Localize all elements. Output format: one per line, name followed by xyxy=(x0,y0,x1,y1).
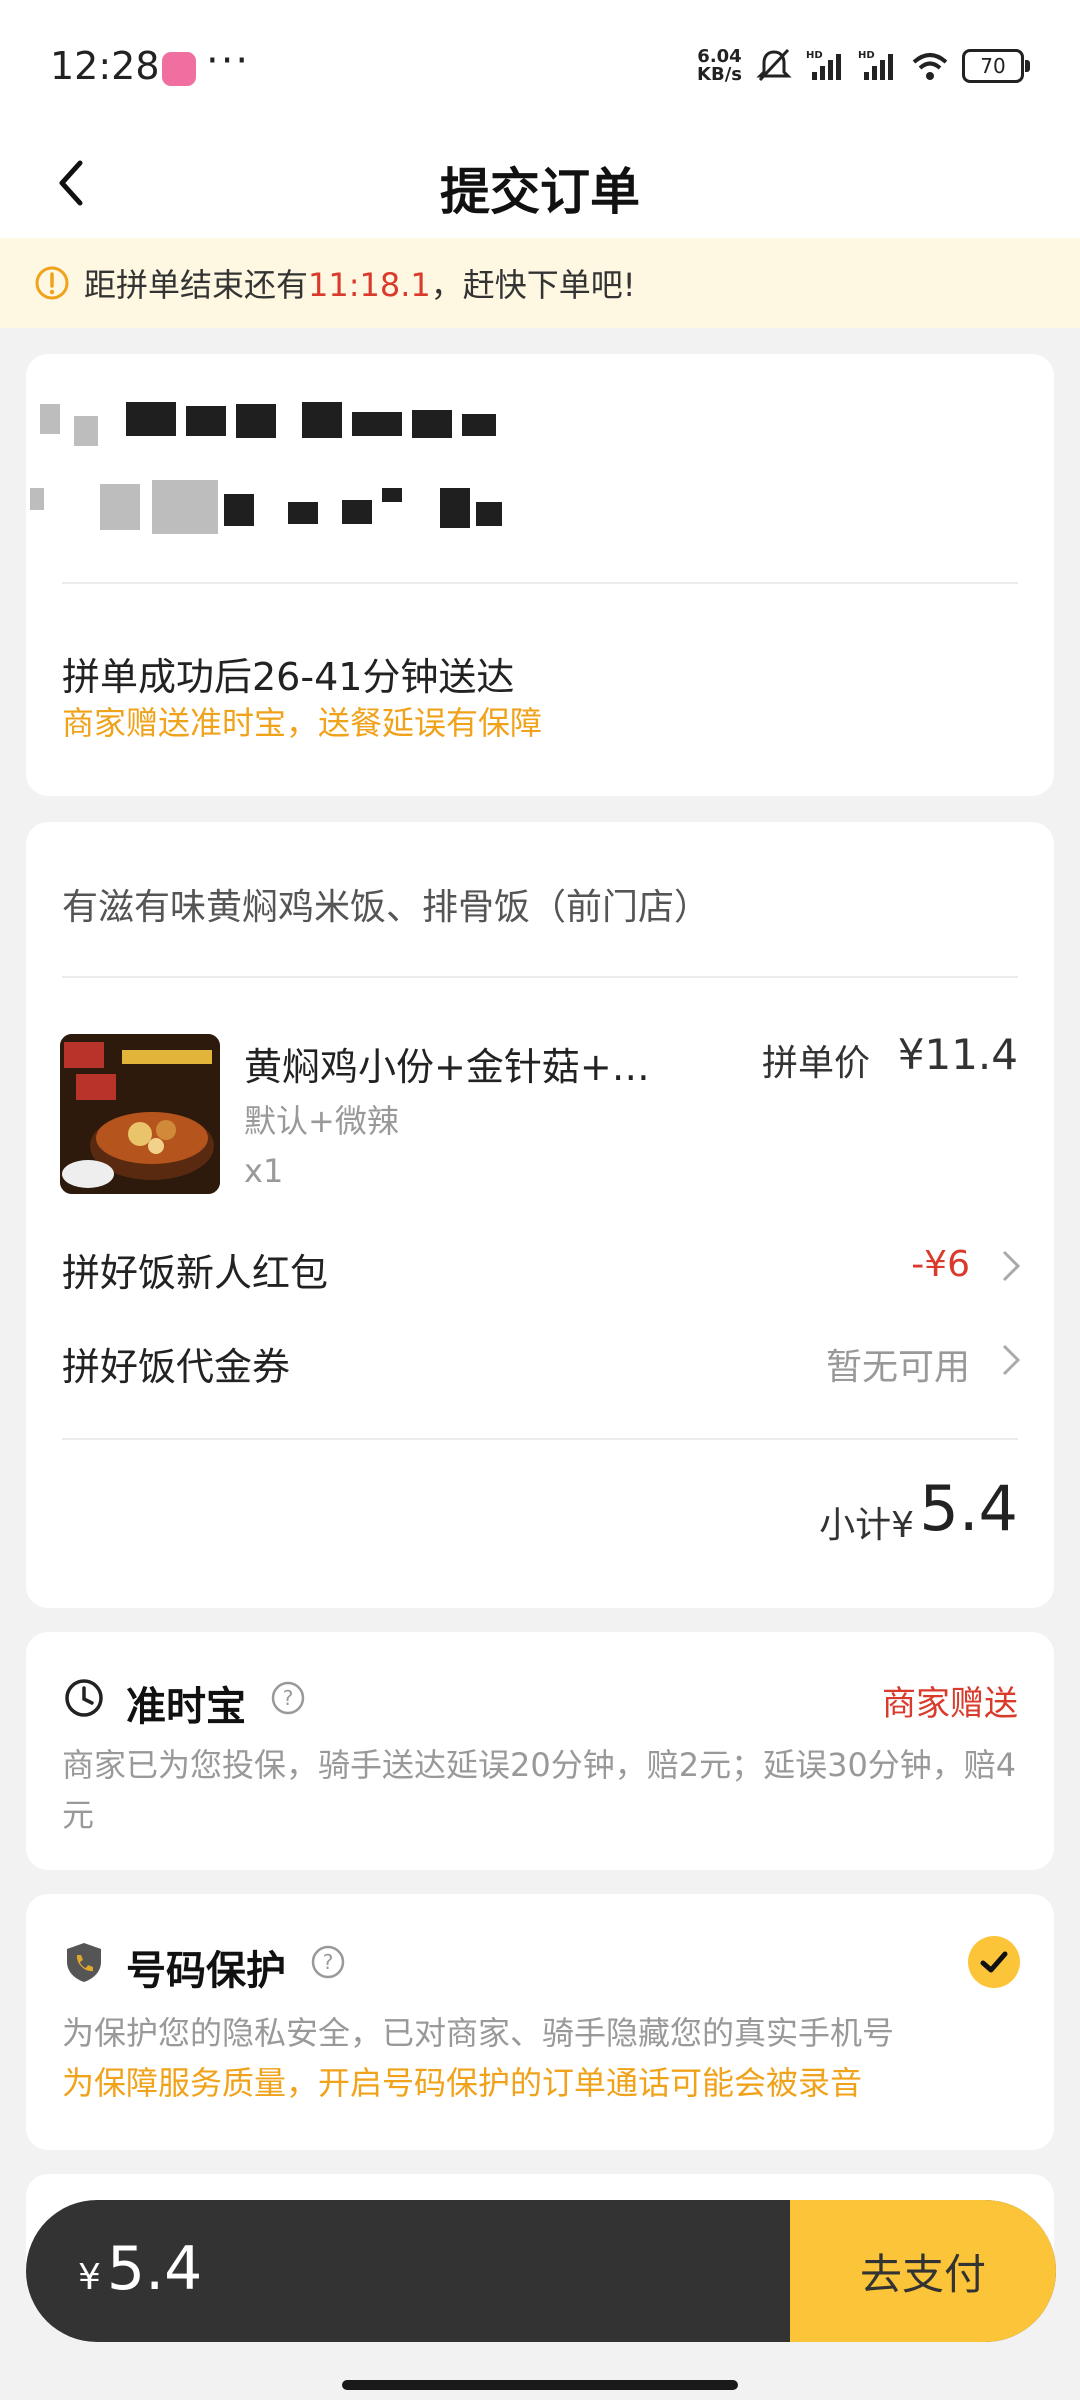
item-price: ¥11.4 xyxy=(897,1030,1018,1079)
app-notification-icon xyxy=(162,52,196,86)
pay-bar: ¥5.4 去支付 xyxy=(26,2200,1056,2342)
item-name: 黄焖鸡小份+金针菇+豆… xyxy=(244,1045,684,1089)
pay-amount: 5.4 xyxy=(106,2234,203,2304)
number-protection-note: 为保障服务质量，开启号码保护的订单通话可能会被录音 xyxy=(62,2064,863,2102)
item-image xyxy=(60,1034,220,1194)
delivery-guarantee-note: 商家赠送准时宝，送餐延误有保障 xyxy=(62,704,543,742)
svg-text:?: ? xyxy=(283,1686,294,1710)
divider xyxy=(62,582,1018,584)
on-time-card: 准时宝 ? 商家赠送 商家已为您投保，骑手送达延误20分钟，赔2元；延误30分钟… xyxy=(26,1632,1054,1870)
on-time-description: 商家已为您投保，骑手送达延误20分钟，赔2元；延误30分钟，赔4元 xyxy=(62,1746,1017,1834)
svg-text:?: ? xyxy=(323,1950,334,1974)
pay-total: ¥5.4 xyxy=(78,2234,202,2304)
status-bar: 12:28 ··· 6.04 KB/s HD HD 70 xyxy=(0,0,1080,130)
currency-symbol: ¥ xyxy=(78,2257,101,2298)
voucher-label: 拼好饭代金券 xyxy=(62,1345,291,1389)
help-icon[interactable]: ? xyxy=(270,1680,306,1716)
signal-hd-icon: HD xyxy=(806,50,841,80)
on-time-title: 准时宝 xyxy=(126,1684,246,1730)
divider xyxy=(62,1438,1018,1440)
subtotal-label: 小计¥ xyxy=(819,1505,914,1546)
countdown-timer: 11:18.1 xyxy=(308,266,431,304)
red-packet-label: 拼好饭新人红包 xyxy=(62,1251,329,1295)
notice-prefix: 距拼单结束还有 xyxy=(84,266,309,304)
nav-bar: 提交订单 xyxy=(0,130,1080,238)
clock-icon xyxy=(65,1679,103,1717)
chevron-right-icon xyxy=(1002,1344,1021,1376)
home-indicator[interactable] xyxy=(342,2380,738,2390)
svg-text:HD: HD xyxy=(806,50,823,61)
chevron-right-icon xyxy=(1002,1250,1021,1282)
page-title: 提交订单 xyxy=(440,163,640,221)
delivery-time: 拼单成功后26-41分钟送达 xyxy=(62,655,515,699)
subtotal-value: 5.4 xyxy=(919,1472,1018,1545)
check-icon xyxy=(980,1951,1008,1973)
battery-indicator: 70 xyxy=(962,49,1030,83)
countdown-notice: 距拼单结束还有11:18.1，赶快下单吧! xyxy=(0,238,1080,328)
shop-name[interactable]: 有滋有味黄焖鸡米饭、排骨饭（前门店） xyxy=(62,878,710,930)
address-card[interactable]: 拼单成功后26-41分钟送达 商家赠送准时宝，送餐延误有保障 xyxy=(26,354,1054,796)
item-spec: 默认+微辣 xyxy=(244,1102,399,1140)
pay-button[interactable]: 去支付 xyxy=(790,2200,1056,2342)
help-icon[interactable]: ? xyxy=(310,1944,346,1980)
more-notifications-icon: ··· xyxy=(206,38,251,84)
divider xyxy=(62,976,1018,978)
order-card: 有滋有味黄焖鸡米饭、排骨饭（前门店） 黄焖鸡小份+金针菇+豆… 默认+微辣 x1… xyxy=(26,822,1054,1608)
warning-icon xyxy=(35,266,69,300)
svg-text:HD: HD xyxy=(858,50,875,61)
wifi-icon xyxy=(912,53,948,80)
network-speed: 6.04 KB/s xyxy=(697,48,742,84)
number-protection-card: 号码保护 ? 为保护您的隐私安全，已对商家、骑手隐藏您的真实手机号 为保障服务质… xyxy=(26,1894,1054,2150)
notice-suffix: ，赶快下单吧! xyxy=(430,266,636,304)
signal-hd-icon: HD xyxy=(858,50,893,80)
red-packet-value: -¥6 xyxy=(911,1244,970,1285)
food-photo xyxy=(60,1034,220,1194)
number-protection-title: 号码保护 xyxy=(126,1948,286,1994)
mute-bell-icon xyxy=(756,48,792,82)
status-time: 12:28 xyxy=(50,44,160,88)
item-quantity: x1 xyxy=(244,1152,284,1190)
voucher-value: 暂无可用 xyxy=(825,1347,970,1388)
number-protection-description: 为保护您的隐私安全，已对商家、骑手隐藏您的真实手机号 xyxy=(62,2014,895,2052)
battery-level: 70 xyxy=(980,54,1006,78)
group-price-label: 拼单价 xyxy=(762,1043,871,1084)
network-speed-unit: KB/s xyxy=(697,64,742,85)
merchant-gift-badge: 商家赠送 xyxy=(882,1684,1018,1724)
notice-text: 距拼单结束还有11:18.1，赶快下单吧! xyxy=(84,260,636,306)
number-protection-toggle[interactable] xyxy=(968,1936,1020,1988)
shield-phone-icon xyxy=(67,1943,101,1982)
